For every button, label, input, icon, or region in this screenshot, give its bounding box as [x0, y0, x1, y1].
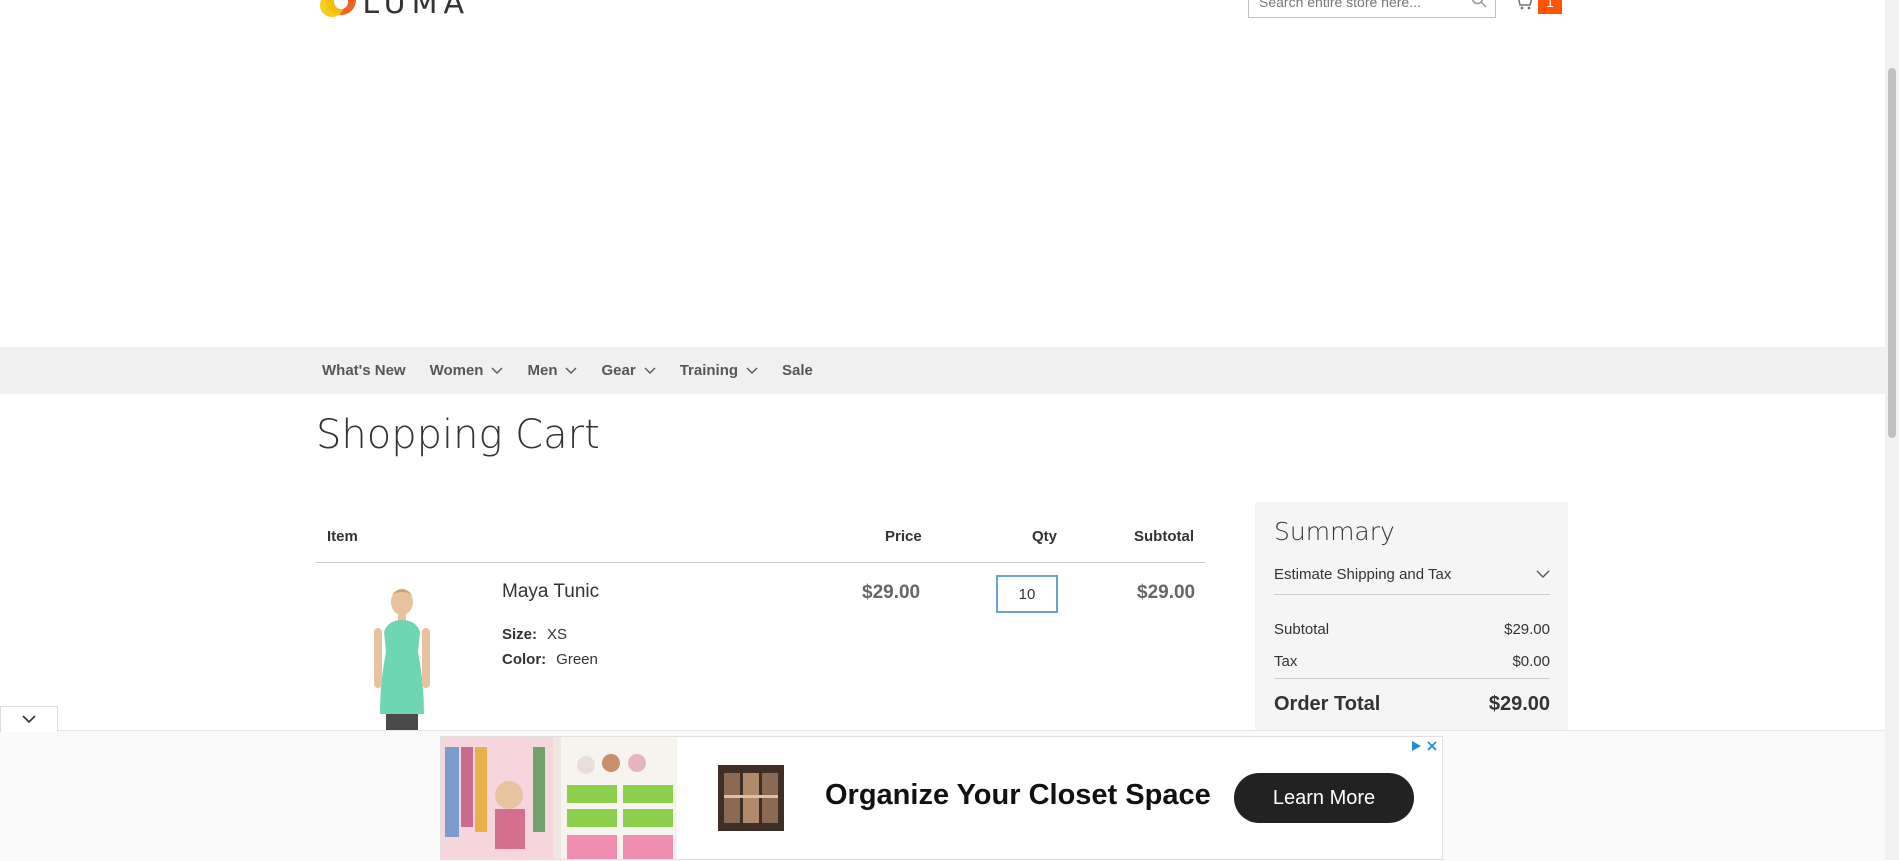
main-navigation: What's New Women Men Gear Training Sale — [0, 347, 1885, 394]
luma-logo-icon — [320, 0, 356, 25]
option-label: Size: — [502, 626, 538, 643]
qty-input[interactable] — [996, 575, 1058, 613]
chevron-down-icon — [491, 362, 503, 379]
order-total-label: Order Total — [1274, 693, 1381, 715]
chevron-down-icon — [1536, 566, 1550, 583]
option-label: Color: — [502, 651, 547, 668]
chevron-down-icon — [565, 362, 577, 379]
estimate-shipping-toggle[interactable]: Estimate Shipping and Tax — [1274, 554, 1550, 595]
closet-ad-banner[interactable]: Organize Your Closet Space Learn More — [440, 736, 1443, 860]
chevron-down-icon — [644, 362, 656, 379]
summary-subtotal-row: Subtotal $29.00 — [1274, 621, 1550, 638]
search-icon[interactable] — [1471, 0, 1487, 13]
ad-choices-icon[interactable] — [1410, 739, 1422, 757]
search-input[interactable] — [1249, 0, 1479, 15]
cart-icon — [1514, 0, 1534, 15]
summary-subtotal-value: $29.00 — [1504, 621, 1550, 638]
ad-headline: Organize Your Closet Space — [825, 779, 1211, 811]
nav-item-gear[interactable]: Gear — [601, 362, 656, 379]
summary-divider — [1274, 678, 1550, 679]
product-image[interactable] — [360, 584, 444, 734]
nav-item-whats-new[interactable]: What's New — [322, 362, 406, 379]
column-header-subtotal: Subtotal — [1134, 528, 1194, 545]
nav-item-label: Men — [527, 362, 558, 379]
option-value: XS — [547, 626, 568, 643]
nav-item-label: Women — [429, 362, 484, 379]
nav-item-label: Gear — [601, 362, 636, 379]
summary-tax-label: Tax — [1274, 653, 1298, 670]
nav-item-women[interactable]: Women — [430, 362, 504, 379]
nav-item-label: What's New — [322, 362, 406, 379]
product-name-link[interactable]: Maya Tunic — [502, 581, 599, 603]
nav-item-sale[interactable]: Sale — [782, 362, 813, 379]
order-summary: Summary Estimate Shipping and Tax Subtot… — [1255, 502, 1568, 732]
ad-collapse-toggle[interactable] — [0, 706, 58, 732]
summary-title: Summary — [1274, 517, 1395, 546]
luma-logo[interactable]: LUMA — [320, 0, 470, 24]
scrollbar-thumb[interactable] — [1888, 68, 1896, 438]
item-subtotal: $29.00 — [1137, 582, 1196, 603]
chevron-down-icon — [746, 362, 758, 379]
order-total-value: $29.00 — [1488, 693, 1550, 715]
close-icon[interactable] — [1426, 739, 1438, 757]
product-option-size: Size: XS — [502, 626, 567, 643]
ad-photo — [441, 737, 677, 859]
summary-order-total-row: Order Total $29.00 — [1274, 693, 1550, 716]
minicart[interactable]: 1 — [1514, 0, 1562, 14]
column-header-item: Item — [327, 528, 358, 545]
column-header-qty: Qty — [1032, 528, 1058, 545]
chevron-down-icon — [22, 711, 36, 729]
table-divider — [316, 562, 1205, 563]
column-header-price: Price — [885, 528, 922, 545]
option-value: Green — [556, 651, 598, 668]
estimate-shipping-label: Estimate Shipping and Tax — [1274, 565, 1452, 583]
product-option-color: Color: Green — [502, 651, 598, 668]
page-title: Shopping Cart — [316, 412, 600, 458]
ad-choices[interactable] — [1410, 739, 1438, 757]
summary-subtotal-label: Subtotal — [1274, 621, 1330, 638]
nav-item-label: Sale — [782, 362, 813, 379]
nav-item-training[interactable]: Training — [680, 362, 758, 379]
item-price: $29.00 — [862, 582, 921, 603]
nav-item-label: Training — [679, 362, 739, 379]
ad-thumbnail-image — [718, 765, 784, 831]
summary-tax-value: $0.00 — [1512, 653, 1550, 670]
learn-more-button[interactable]: Learn More — [1234, 773, 1414, 823]
nav-item-men[interactable]: Men — [527, 362, 577, 379]
page-scrollbar[interactable] — [1885, 0, 1899, 860]
logo-text: LUMA — [362, 0, 470, 21]
summary-tax-row: Tax $0.00 — [1274, 653, 1550, 670]
search-box — [1248, 0, 1496, 18]
cart-count-badge: 1 — [1538, 0, 1562, 14]
